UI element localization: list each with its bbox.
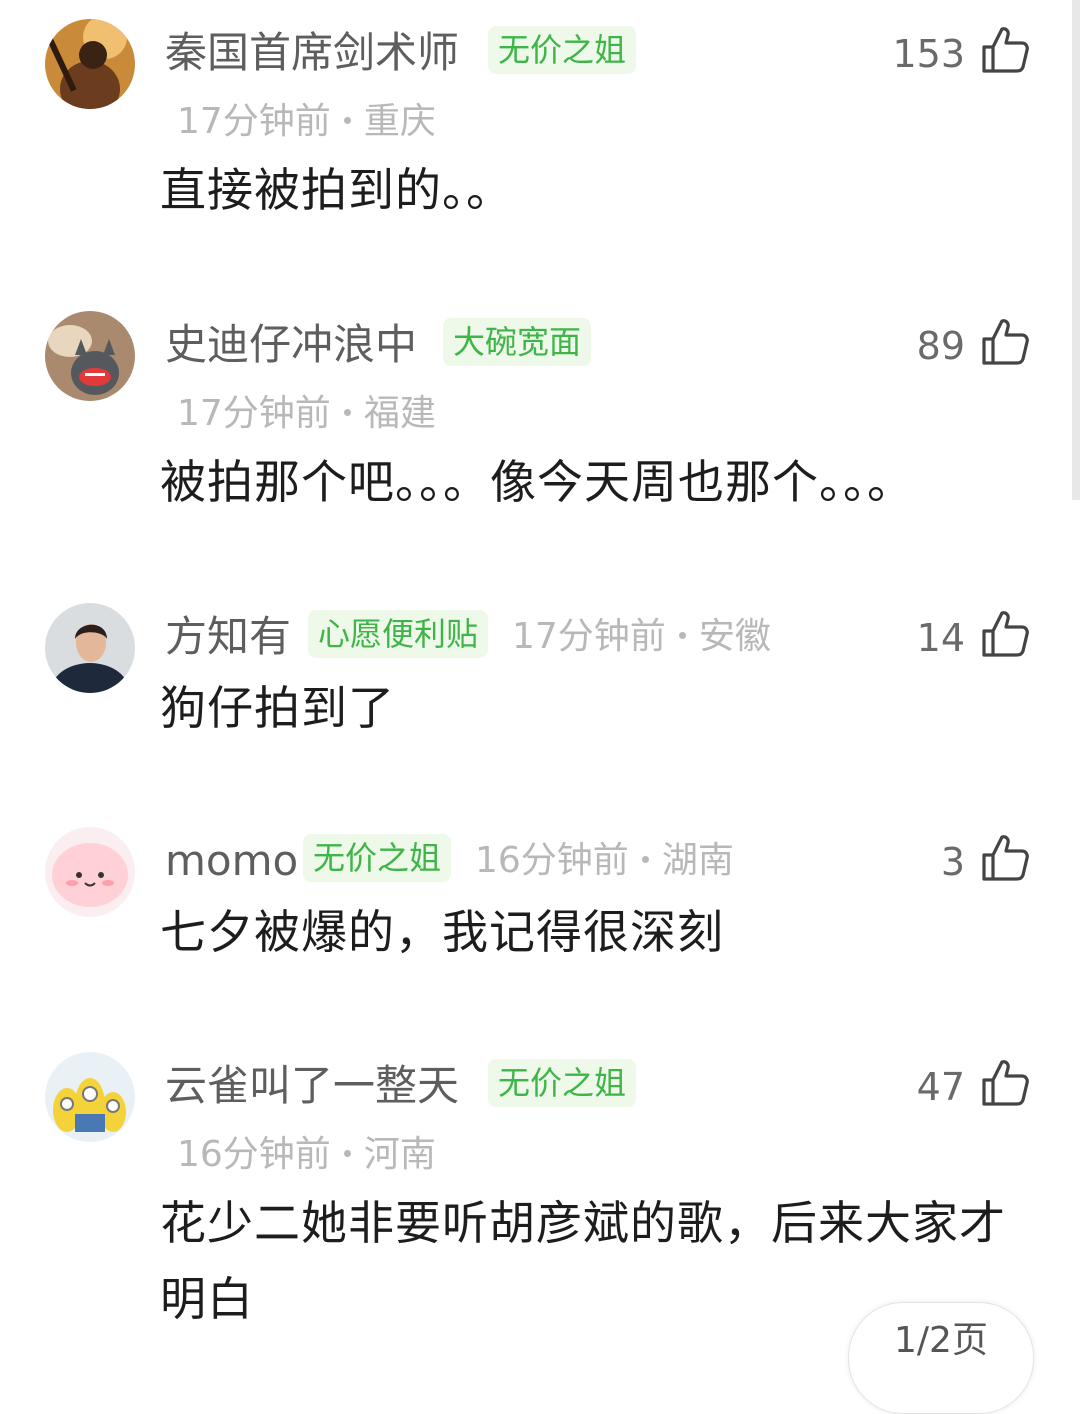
comment-item: momo 无价之姐 16分钟前 湖南 3 七夕被爆的，我记得很深刻	[0, 808, 1080, 1028]
thumbs-up-icon[interactable]	[980, 317, 1030, 367]
comment-location: 河南	[363, 1134, 436, 1175]
comment-time: 17分钟前	[177, 393, 331, 434]
user-avatar[interactable]	[45, 311, 135, 401]
comment-time: 16分钟前	[177, 1134, 331, 1175]
comment-meta: 17分钟前 福建	[177, 396, 436, 432]
comment-item: 史迪仔冲浪中 大碗宽面 17分钟前 福建 89 被拍那个吧。。。像今天周也那个。。…	[0, 292, 1080, 582]
like-count: 14	[916, 616, 965, 660]
comment-location: 湖南	[661, 840, 734, 881]
user-avatar[interactable]	[45, 19, 135, 109]
user-badge: 大碗宽面	[443, 318, 592, 366]
thumbs-up-icon[interactable]	[980, 25, 1030, 75]
comment-time: 17分钟前	[512, 616, 666, 657]
thumbs-up-icon[interactable]	[980, 609, 1030, 659]
username[interactable]: 秦国首席剑术师	[165, 32, 459, 74]
comment-text: 直接被拍到的。。	[160, 163, 513, 217]
comment-location: 重庆	[363, 101, 436, 142]
user-badge: 无价之姐	[488, 26, 637, 74]
username[interactable]: 方知有	[165, 616, 291, 658]
thumbs-up-icon[interactable]	[980, 1058, 1030, 1108]
username[interactable]: 云雀叫了一整天	[165, 1065, 459, 1107]
separator-dot	[343, 116, 351, 124]
username[interactable]: momo	[165, 840, 298, 882]
user-badge: 心愿便利贴	[308, 610, 489, 658]
user-badge: 无价之姐	[303, 834, 452, 882]
user-avatar[interactable]	[45, 603, 135, 693]
comment-location: 福建	[363, 393, 436, 434]
comment-text: 狗仔拍到了	[160, 681, 395, 735]
like-count: 153	[892, 32, 965, 76]
thumbs-up-icon[interactable]	[980, 833, 1030, 883]
like-count: 3	[940, 840, 965, 884]
like-count: 89	[916, 324, 965, 368]
comment-meta: 16分钟前 河南	[177, 1137, 436, 1173]
separator-dot	[343, 1149, 351, 1157]
user-avatar[interactable]	[45, 827, 135, 917]
username[interactable]: 史迪仔冲浪中	[165, 324, 417, 366]
separator-dot	[678, 631, 686, 639]
comment-meta: 17分钟前 安徽	[512, 619, 771, 655]
comment-meta: 16分钟前 湖南	[475, 843, 734, 879]
comment-location: 安徽	[698, 616, 771, 657]
comment-item: 方知有 心愿便利贴 17分钟前 安徽 14 狗仔拍到了	[0, 584, 1080, 804]
user-avatar[interactable]	[45, 1052, 135, 1142]
page-indicator-button[interactable]: 1/2页	[848, 1302, 1034, 1414]
comment-meta: 17分钟前 重庆	[177, 104, 436, 140]
separator-dot	[343, 408, 351, 416]
comment-time: 16分钟前	[475, 840, 629, 881]
comment-text: 被拍那个吧。。。像今天周也那个。。。	[160, 455, 914, 509]
separator-dot	[641, 855, 649, 863]
comment-text: 七夕被爆的，我记得很深刻	[160, 905, 724, 959]
user-badge: 无价之姐	[488, 1059, 637, 1107]
comment-item: 秦国首席剑术师 无价之姐 17分钟前 重庆 153 直接被拍到的。。	[0, 0, 1080, 290]
comment-time: 17分钟前	[177, 101, 331, 142]
like-count: 47	[916, 1065, 965, 1109]
